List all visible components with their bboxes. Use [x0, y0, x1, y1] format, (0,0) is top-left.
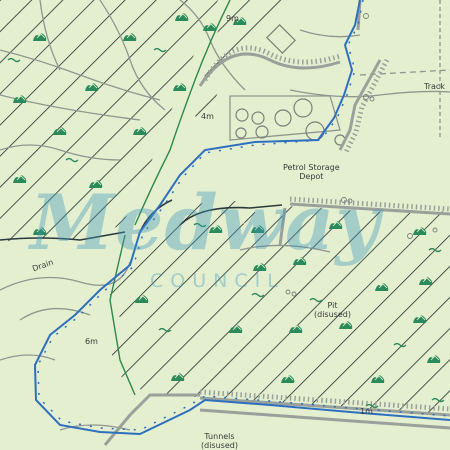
tunnels-label: Tunnels (disused)	[201, 432, 238, 450]
track-label: Track	[424, 82, 445, 91]
pit-label: Pit (disused)	[314, 301, 351, 319]
depot-label: Petrol Storage Depot	[283, 163, 340, 181]
height-label-1m: 1m	[360, 407, 373, 416]
height-label-9m: 9m	[226, 14, 239, 23]
height-label-4m: 4m	[201, 112, 214, 121]
height-label-6m: 6m	[85, 337, 98, 346]
watermark-subtitle: COUNCIL	[150, 270, 285, 292]
watermark-title: Medway	[30, 178, 381, 267]
map-canvas[interactable]: Medway COUNCIL 9m 4m 6m 1m Track Petrol …	[0, 0, 450, 450]
